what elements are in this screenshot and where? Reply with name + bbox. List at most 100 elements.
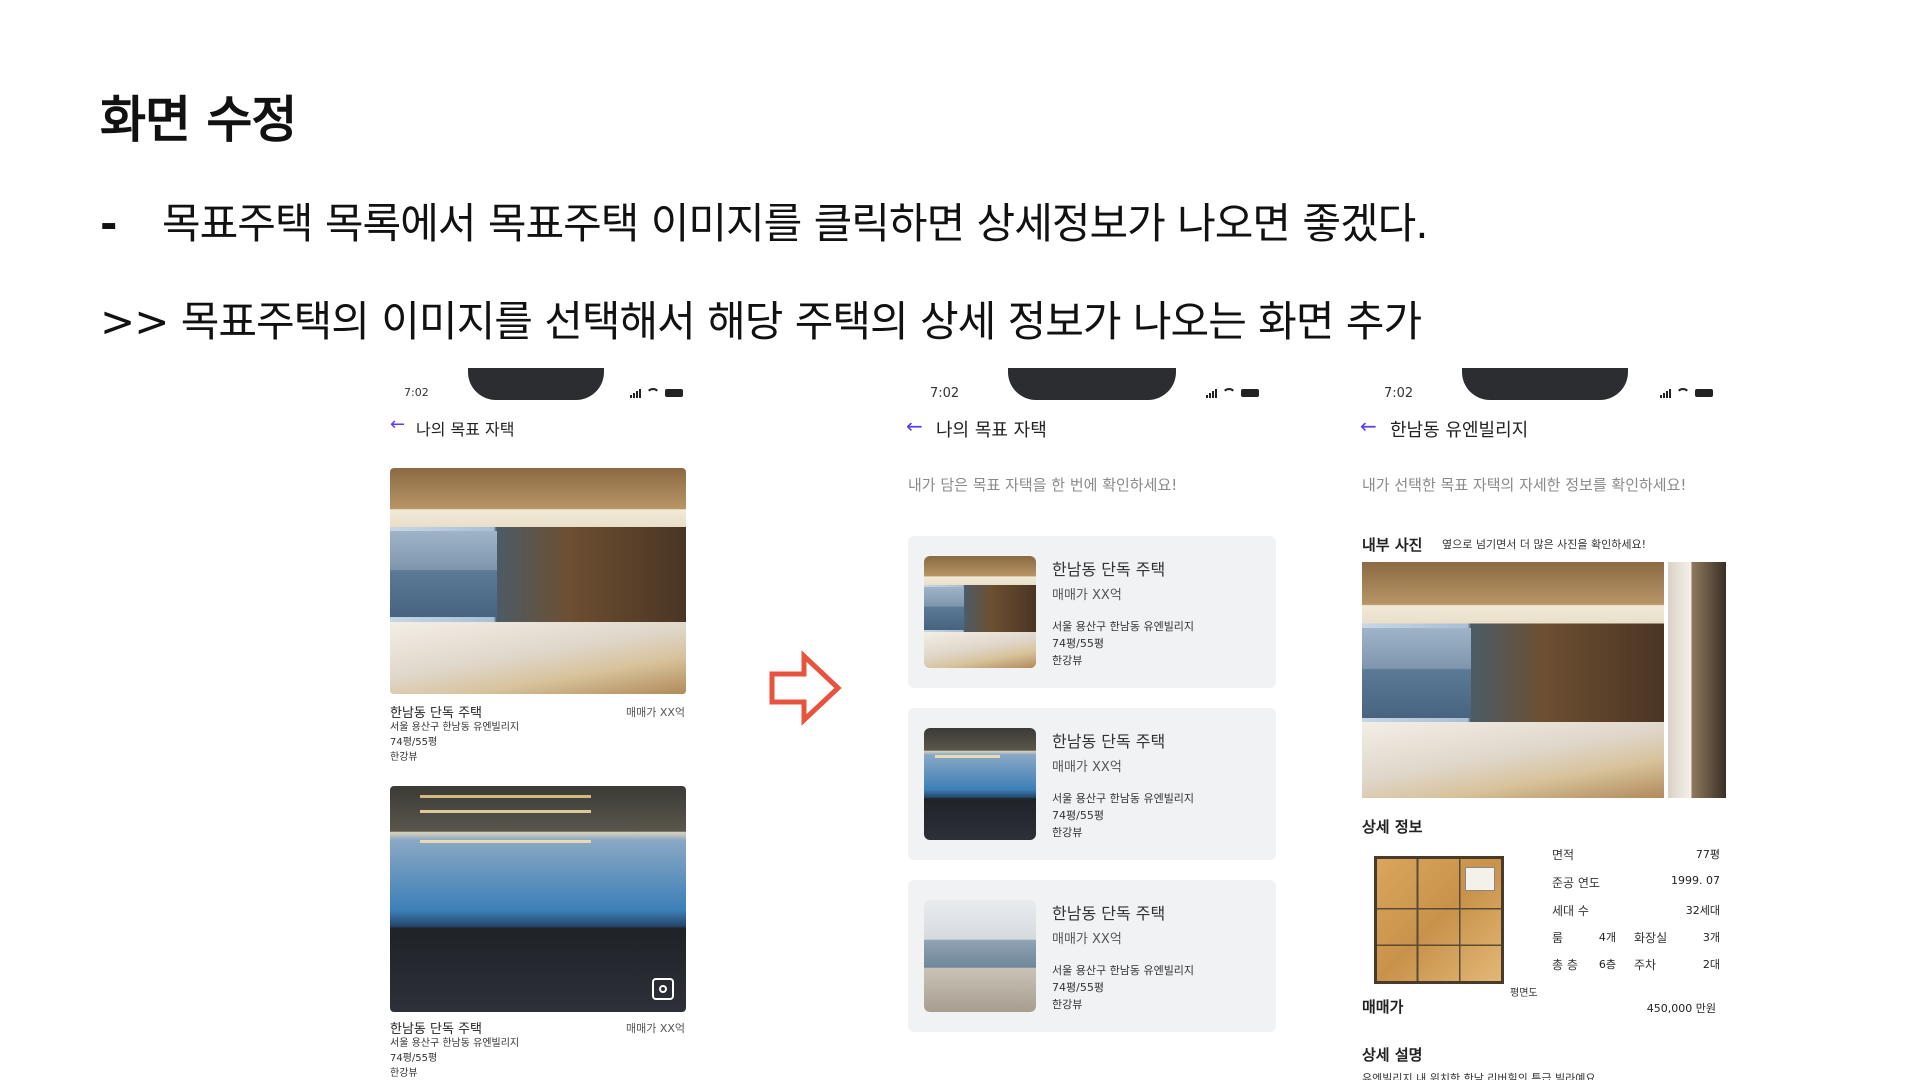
phone-notch <box>468 368 604 400</box>
back-arrow-icon[interactable]: ← <box>906 414 923 438</box>
card-title: 한남동 단독 주택 <box>1052 904 1166 923</box>
house-card[interactable]: 한남동 단독 주택 매매가 XX억 서울 용산구 한남동 유엔빌리지 74평/5… <box>908 536 1276 688</box>
spec-parking-value: 2대 <box>1702 958 1720 971</box>
card-size: 74평/55평 <box>1052 809 1104 822</box>
battery-icon <box>1695 389 1713 397</box>
spec-households-label: 세대 수 <box>1552 904 1589 918</box>
screen-header: 한남동 유엔빌리지 <box>1390 420 1529 441</box>
card-details: 서울 용산구 한남동 유엔빌리지 74평/55평 한강뷰 <box>1052 790 1194 841</box>
right-arrow-icon <box>769 650 842 726</box>
item-title: 한남동 단독 주택 <box>390 1022 482 1037</box>
house-thumbnail[interactable] <box>924 900 1036 1012</box>
item-size: 74평/55평 <box>390 737 438 748</box>
screen-header: 나의 목표 자택 <box>416 420 515 439</box>
back-arrow-icon[interactable]: ← <box>390 414 405 435</box>
house-thumbnail[interactable] <box>924 728 1036 840</box>
status-time: 7:02 <box>1384 386 1414 401</box>
item-details: 서울 용산구 한남동 유엔빌리지 74평/55평 한강뷰 <box>390 1036 519 1080</box>
item-address: 서울 용산구 한남동 유엔빌리지 <box>390 1038 520 1049</box>
card-size: 74평/55평 <box>1052 981 1104 994</box>
signal-icon <box>630 388 641 398</box>
scan-icon[interactable] <box>652 978 674 1000</box>
floor-plan-image[interactable] <box>1374 856 1504 984</box>
description-text: 유엔빌리지 내 위치한 한남 리버힐의 특급 빌라예요. <box>1362 1072 1599 1080</box>
card-details: 서울 용산구 한남동 유엔빌리지 74평/55평 한강뷰 <box>1052 962 1194 1013</box>
spec-area-label: 면적 <box>1552 848 1575 862</box>
item-view: 한강뷰 <box>390 1068 418 1079</box>
phone-screen-before: 7:02 ← 나의 목표 자택 한남동 단독 주택 매매가 XX억 서울 용산구… <box>382 368 762 1080</box>
item-title: 한남동 단독 주택 <box>390 706 482 721</box>
photos-section-hint: 옆으로 넘기면서 더 많은 사진을 확인하세요! <box>1442 538 1647 551</box>
item-details: 서울 용산구 한남동 유엔빌리지 74평/55평 한강뷰 <box>390 720 519 765</box>
card-address: 서울 용산구 한남동 유엔빌리지 <box>1052 964 1195 977</box>
spec-floors-label: 총 층 <box>1552 958 1578 972</box>
phone-screen-list: 7:02 ← 나의 목표 자택 내가 담은 목표 자택을 한 번에 확인하세요!… <box>884 368 1294 1080</box>
bullet-line: - 목표주택 목록에서 목표주택 이미지를 클릭하면 상세정보가 나오면 좋겠다. <box>100 190 1429 251</box>
photos-section-title: 내부 사진 <box>1362 536 1423 554</box>
wifi-icon <box>646 388 660 398</box>
card-view: 한강뷰 <box>1052 998 1083 1011</box>
sale-price-label: 매매가 <box>1362 998 1404 1016</box>
card-view: 한강뷰 <box>1052 654 1083 667</box>
card-title: 한남동 단독 주택 <box>1052 732 1166 751</box>
spec-households-value: 32세대 <box>1685 904 1720 917</box>
phone-notch <box>1462 368 1628 400</box>
floor-plan-label: 평면도 <box>1510 988 1538 999</box>
sale-price-value: 450,000 만원 <box>1646 1002 1716 1015</box>
battery-icon <box>1241 389 1259 397</box>
screen-subtitle: 내가 선택한 목표 자택의 자세한 정보를 확인하세요! <box>1362 476 1687 494</box>
house-photo[interactable] <box>390 468 686 694</box>
spec-floors-value: 6층 <box>1598 958 1616 971</box>
item-size: 74평/55평 <box>390 1053 438 1064</box>
spec-area-value: 77평 <box>1695 848 1720 861</box>
phone-screen-detail: 7:02 ← 한남동 유엔빌리지 내가 선택한 목표 자택의 자세한 정보를 확… <box>1346 368 1756 1080</box>
spec-year-label: 준공 연도 <box>1552 876 1600 890</box>
signal-icon <box>1206 388 1217 398</box>
card-price: 매매가 XX억 <box>1052 932 1122 947</box>
card-price: 매매가 XX억 <box>1052 760 1122 775</box>
status-icons <box>1660 388 1713 398</box>
status-icons <box>630 388 683 398</box>
wifi-icon <box>1676 388 1690 398</box>
interior-photo[interactable] <box>1362 562 1664 798</box>
info-section-title: 상세 정보 <box>1362 818 1423 836</box>
scan-icon[interactable] <box>652 660 674 682</box>
card-title: 한남동 단독 주택 <box>1052 560 1166 579</box>
card-address: 서울 용산구 한남동 유엔빌리지 <box>1052 792 1195 805</box>
spec-rooms-label: 룸 <box>1552 931 1564 945</box>
spec-parking-label: 주차 <box>1634 958 1657 972</box>
status-icons <box>1206 388 1259 398</box>
card-price: 매매가 XX억 <box>1052 588 1122 603</box>
house-thumbnail[interactable] <box>924 556 1036 668</box>
spec-baths-value: 3개 <box>1702 931 1720 944</box>
house-card[interactable]: 한남동 단독 주택 매매가 XX억 서울 용산구 한남동 유엔빌리지 74평/5… <box>908 880 1276 1032</box>
result-text: >> 목표주택의 이미지를 선택해서 해당 주택의 상세 정보가 나오는 화면 … <box>100 297 1422 346</box>
item-view: 한강뷰 <box>390 752 418 763</box>
slide-title: 화면 수정 <box>100 91 297 149</box>
house-photo[interactable] <box>390 786 686 1012</box>
status-time: 7:02 <box>930 386 960 401</box>
card-address: 서울 용산구 한남동 유엔빌리지 <box>1052 620 1195 633</box>
item-price: 매매가 XX억 <box>626 1022 686 1035</box>
card-size: 74평/55평 <box>1052 637 1104 650</box>
bullet-text: 목표주택 목록에서 목표주택 이미지를 클릭하면 상세정보가 나오면 좋겠다. <box>162 199 1429 248</box>
spec-year-value: 1999. 07 <box>1671 874 1720 887</box>
back-arrow-icon[interactable]: ← <box>1360 414 1377 438</box>
bullet-dash: - <box>100 199 117 248</box>
item-price: 매매가 XX억 <box>626 706 686 719</box>
spec-rooms-value: 4개 <box>1598 931 1616 944</box>
spec-baths-label: 화장실 <box>1634 931 1668 945</box>
card-details: 서울 용산구 한남동 유엔빌리지 74평/55평 한강뷰 <box>1052 618 1194 669</box>
house-card[interactable]: 한남동 단독 주택 매매가 XX억 서울 용산구 한남동 유엔빌리지 74평/5… <box>908 708 1276 860</box>
wifi-icon <box>1222 388 1236 398</box>
phone-notch <box>1008 368 1176 400</box>
battery-icon <box>665 389 683 397</box>
screen-subtitle: 내가 담은 목표 자택을 한 번에 확인하세요! <box>908 476 1178 494</box>
screen-header: 나의 목표 자택 <box>936 420 1047 441</box>
description-title: 상세 설명 <box>1362 1046 1423 1064</box>
signal-icon <box>1660 388 1671 398</box>
item-address: 서울 용산구 한남동 유엔빌리지 <box>390 722 520 733</box>
status-time: 7:02 <box>404 386 429 399</box>
interior-photo-next[interactable] <box>1668 562 1726 798</box>
card-view: 한강뷰 <box>1052 826 1083 839</box>
